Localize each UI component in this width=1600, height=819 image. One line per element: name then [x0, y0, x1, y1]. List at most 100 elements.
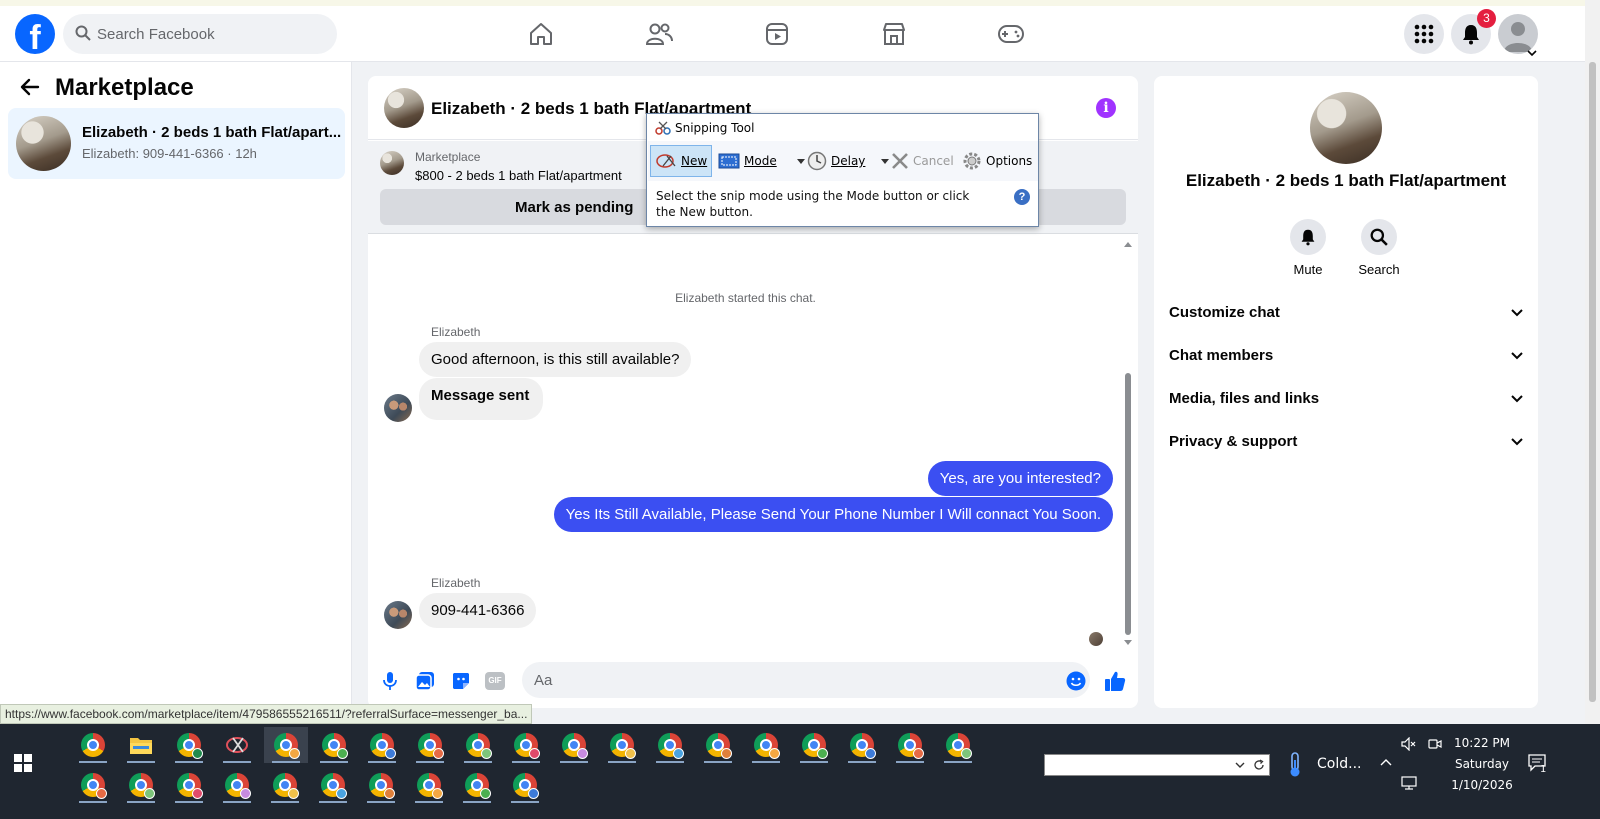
- refresh-icon[interactable]: [1253, 759, 1265, 771]
- taskbar-snipping-tool-icon[interactable]: [215, 727, 259, 763]
- sender-avatar[interactable]: [384, 394, 412, 422]
- taskbar-chrome-icon[interactable]: [119, 767, 163, 803]
- mode-dropdown-arrow-icon[interactable]: [796, 158, 805, 164]
- taskbar-chrome-icon[interactable]: [888, 727, 932, 763]
- listing-price[interactable]: $800 - 2 beds 1 bath Flat/apartment: [415, 168, 622, 183]
- taskbar-chrome-icon[interactable]: [455, 767, 499, 803]
- taskbar-chrome-icon[interactable]: [552, 727, 596, 763]
- taskbar-chrome-icon[interactable]: [312, 727, 356, 763]
- search-box[interactable]: [63, 14, 337, 54]
- microphone-icon[interactable]: [379, 670, 401, 692]
- media-files-links-section[interactable]: Media, files and links: [1169, 379, 1524, 419]
- search-in-chat-button[interactable]: Search: [1349, 219, 1409, 277]
- page-scrollbar[interactable]: [1585, 0, 1600, 724]
- taskbar-chrome-icon[interactable]: [71, 727, 115, 763]
- customize-chat-section[interactable]: Customize chat: [1169, 293, 1524, 333]
- details-title: Elizabeth · 2 beds 1 bath Flat/apartment: [1185, 171, 1507, 190]
- taskbar-chrome-icon[interactable]: [503, 767, 547, 803]
- chat-listing-thumbnail[interactable]: [384, 88, 424, 128]
- taskbar-chrome-icon[interactable]: [215, 767, 259, 803]
- privacy-support-section[interactable]: Privacy & support: [1169, 422, 1524, 462]
- section-title: Privacy & support: [1169, 433, 1298, 450]
- facebook-logo-icon[interactable]: f: [15, 14, 55, 54]
- chat-scrollbar[interactable]: [1122, 241, 1134, 649]
- message-input[interactable]: [522, 662, 1090, 698]
- taskbar-chrome-icon[interactable]: [359, 767, 403, 803]
- running-app-indicator: [512, 761, 540, 763]
- cancel-snip-button[interactable]: Cancel: [891, 145, 954, 177]
- message-bubble-outgoing[interactable]: Yes, are you interested?: [927, 461, 1113, 496]
- taskbar-chrome-icon[interactable]: [936, 727, 980, 763]
- taskbar-chrome-icon[interactable]: [263, 767, 307, 803]
- message-bubble-incoming[interactable]: Good afternoon, is this still available?: [419, 342, 692, 377]
- network-icon[interactable]: [1401, 776, 1419, 790]
- clock-day[interactable]: Saturday: [1440, 757, 1524, 771]
- details-listing-photo[interactable]: [1310, 92, 1382, 164]
- taskbar-address-box[interactable]: [1044, 754, 1270, 776]
- taskbar-chrome-icon[interactable]: [456, 727, 500, 763]
- windows-taskbar: Cold... 10:22 PM Saturday 1/10/2026 1: [0, 724, 1600, 819]
- running-app-indicator: [79, 761, 107, 763]
- emoji-icon[interactable]: [1065, 670, 1087, 692]
- taskbar-file-explorer-icon[interactable]: [119, 727, 163, 763]
- scroll-up-arrow-icon[interactable]: [1123, 241, 1133, 247]
- video-icon[interactable]: [761, 18, 793, 50]
- account-chevron-icon[interactable]: [1527, 44, 1537, 62]
- taskbar-chrome-icon[interactable]: [744, 727, 788, 763]
- chrome-profile-badge-icon: [337, 748, 348, 759]
- sticker-icon[interactable]: [450, 670, 472, 692]
- taskbar-chrome-icon[interactable]: [792, 727, 836, 763]
- taskbar-chrome-icon[interactable]: [696, 727, 740, 763]
- marketplace-icon[interactable]: [878, 18, 910, 50]
- taskbar-chrome-icon[interactable]: [167, 727, 211, 763]
- message-bubble-outgoing[interactable]: Yes Its Still Available, Please Send You…: [553, 497, 1113, 532]
- search-input[interactable]: [97, 14, 327, 54]
- back-arrow-icon[interactable]: [20, 78, 40, 101]
- info-icon[interactable]: i: [1096, 98, 1116, 118]
- delay-button[interactable]: Delay: [807, 145, 890, 177]
- home-icon[interactable]: [525, 18, 557, 50]
- windows-start-icon[interactable]: [14, 754, 32, 777]
- clock-time[interactable]: 10:22 PM: [1440, 736, 1524, 750]
- mute-button[interactable]: Mute: [1278, 219, 1338, 277]
- scroll-down-arrow-icon[interactable]: [1123, 640, 1133, 646]
- speaker-muted-icon[interactable]: [1401, 737, 1417, 751]
- taskbar-chrome-icon[interactable]: [360, 727, 404, 763]
- menu-grid-icon[interactable]: [1404, 14, 1444, 54]
- taskbar-chrome-icon[interactable]: [167, 767, 211, 803]
- address-dropdown-icon[interactable]: [1235, 762, 1245, 769]
- clock-date[interactable]: 1/10/2026: [1440, 778, 1524, 792]
- taskbar-chrome-icon[interactable]: [71, 767, 115, 803]
- friends-icon[interactable]: [643, 18, 675, 50]
- snipping-tool-instructions: Select the snip mode using the Mode butt…: [656, 189, 970, 219]
- options-button[interactable]: Options: [962, 145, 1032, 177]
- page-scrollbar-thumb[interactable]: [1589, 62, 1596, 702]
- taskbar-chrome-icon[interactable]: [504, 727, 548, 763]
- taskbar-chrome-icon[interactable]: [600, 727, 644, 763]
- weather-text[interactable]: Cold...: [1317, 756, 1361, 772]
- new-snip-button[interactable]: New: [650, 145, 713, 177]
- message-bubble-incoming[interactable]: 909-441-6366: [419, 593, 537, 628]
- message-bubble-incoming[interactable]: Message sent: [419, 378, 544, 420]
- taskbar-chrome-icon[interactable]: [648, 727, 692, 763]
- taskbar-chrome-icon[interactable]: [264, 727, 308, 763]
- taskbar-chrome-icon[interactable]: [840, 727, 884, 763]
- chat-members-section[interactable]: Chat members: [1169, 336, 1524, 376]
- mode-button[interactable]: Mode: [718, 145, 805, 177]
- taskbar-chrome-icon[interactable]: [311, 767, 355, 803]
- link-status-bar: https://www.facebook.com/marketplace/ite…: [0, 704, 533, 724]
- running-app-indicator: [848, 761, 876, 763]
- gaming-icon[interactable]: [995, 18, 1027, 50]
- taskbar-chrome-icon[interactable]: [408, 727, 452, 763]
- thumbs-up-icon[interactable]: [1104, 670, 1126, 692]
- delay-dropdown-arrow-icon[interactable]: [881, 158, 890, 164]
- conversation-item[interactable]: Elizabeth · 2 beds 1 bath Flat/apart... …: [8, 108, 345, 179]
- photo-gallery-icon[interactable]: [414, 670, 436, 692]
- chat-scrollbar-thumb[interactable]: [1125, 373, 1131, 635]
- gif-icon[interactable]: GIF: [484, 670, 506, 692]
- help-icon[interactable]: ?: [1014, 189, 1030, 205]
- taskbar-chrome-icon[interactable]: [407, 767, 451, 803]
- sender-avatar[interactable]: [384, 601, 412, 629]
- show-hidden-icons-chevron-icon[interactable]: [1380, 758, 1392, 766]
- chrome-profile-badge-icon: [913, 748, 924, 759]
